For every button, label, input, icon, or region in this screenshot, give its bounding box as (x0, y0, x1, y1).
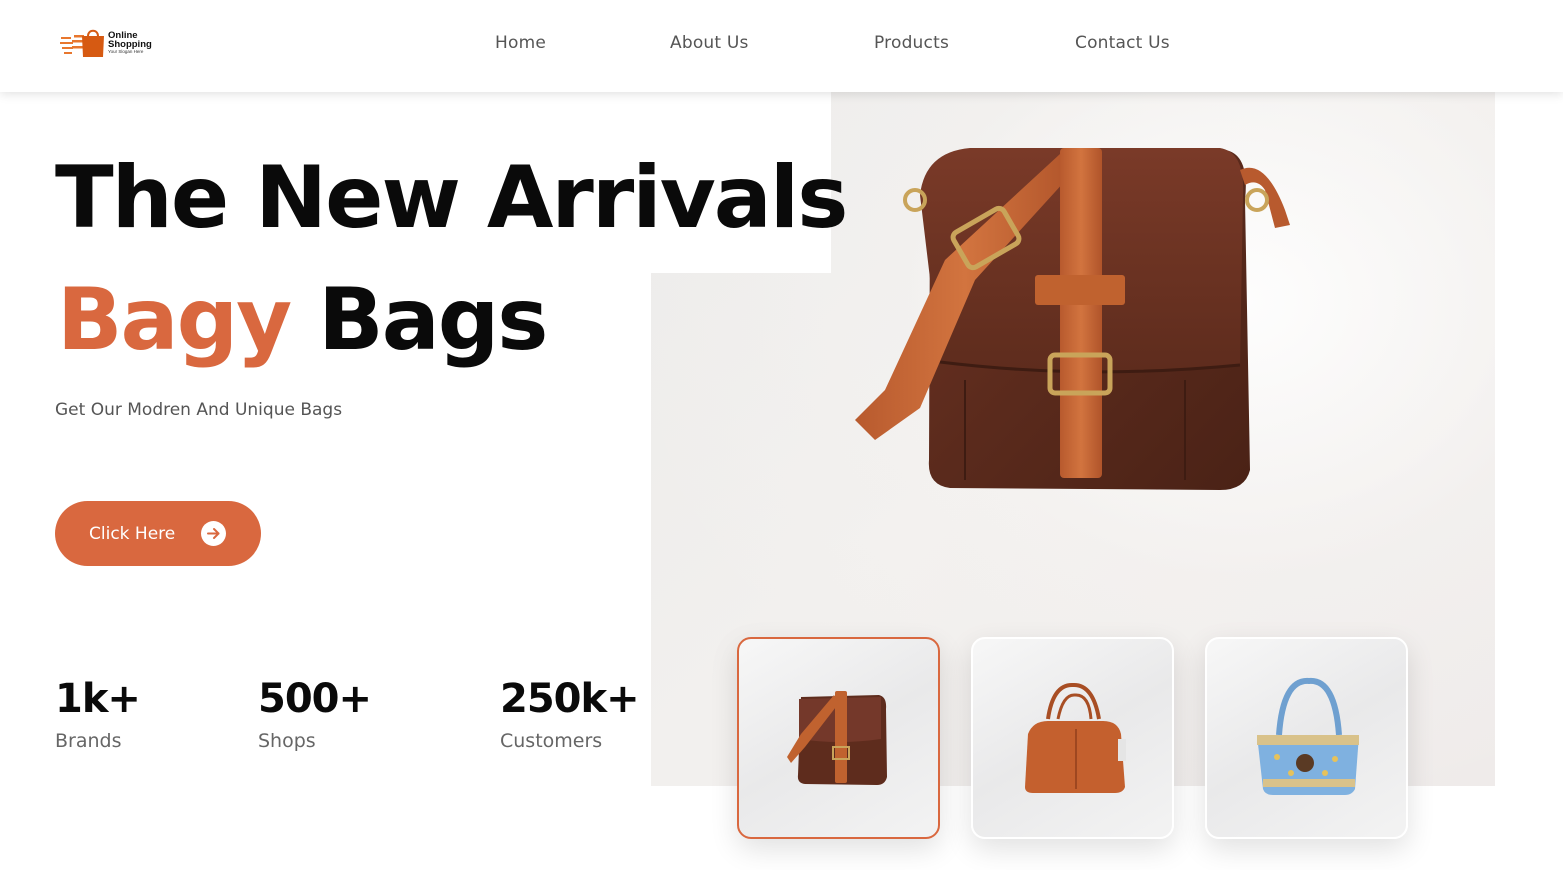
thumbnail-blue-tote[interactable] (1205, 637, 1408, 839)
brand-slogan: Your Slogan Here (108, 49, 144, 55)
cta-label: Click Here (89, 523, 176, 544)
headline-accent-word: Bagy (57, 270, 292, 370)
brand-logo[interactable]: Online Shopping Your Slogan Here (60, 27, 180, 59)
stat-value: 500+ (258, 676, 372, 722)
site-header: Online Shopping Your Slogan Here Home Ab… (0, 0, 1563, 92)
stat-value: 1k+ (55, 676, 141, 722)
hero-subtitle: Get Our Modren And Unique Bags (55, 400, 343, 420)
stat-brands: 1k+ Brands (55, 676, 141, 753)
stat-label: Shops (258, 730, 316, 752)
stat-customers: 250k+ Customers (500, 676, 640, 753)
thumbnail-tan-handbag[interactable] (971, 637, 1174, 839)
stat-label: Customers (500, 730, 603, 752)
nav-home[interactable]: Home (495, 33, 546, 53)
brand-name-line2: Shopping (108, 39, 152, 51)
nav-products[interactable]: Products (874, 33, 949, 53)
nav-contact-us[interactable]: Contact Us (1075, 33, 1170, 53)
headline-rest-word: Bags (318, 270, 548, 370)
hero-subheadline: Bagy Bags (57, 270, 549, 370)
hero-headline: The New Arrivals (55, 148, 848, 248)
stat-label: Brands (55, 730, 122, 752)
shopping-bag-icon (60, 28, 106, 58)
main-product-image (845, 140, 1305, 500)
thumbnail-messenger-bag[interactable] (737, 637, 940, 839)
click-here-button[interactable]: Click Here (55, 501, 261, 566)
stat-value: 250k+ (500, 676, 640, 722)
stat-shops: 500+ Shops (258, 676, 372, 753)
nav-about-us[interactable]: About Us (670, 33, 749, 53)
arrow-right-circle-icon (201, 521, 226, 546)
